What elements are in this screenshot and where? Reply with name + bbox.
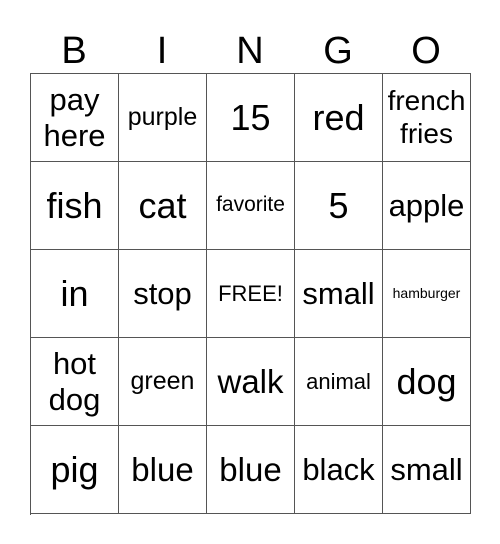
bingo-grid: pay here purple 15 red french fries fish… <box>30 73 471 515</box>
bingo-cell: favorite <box>207 162 295 250</box>
header-letter-b: B <box>61 30 87 72</box>
header-letter-g: G <box>323 30 353 72</box>
bingo-cell: dog <box>383 338 471 426</box>
bingo-cell: black <box>295 426 383 514</box>
bingo-cell: green <box>119 338 207 426</box>
bingo-cell: blue <box>207 426 295 514</box>
bingo-cell: stop <box>119 250 207 338</box>
header-letter-o: O <box>411 30 441 72</box>
bingo-cell: in <box>31 250 119 338</box>
bingo-cell: apple <box>383 162 471 250</box>
header-letter-i: I <box>156 30 168 72</box>
bingo-cell: animal <box>295 338 383 426</box>
bingo-cell: blue <box>119 426 207 514</box>
bingo-cell: walk <box>207 338 295 426</box>
bingo-cell: pay here <box>31 74 119 162</box>
bingo-cell: 5 <box>295 162 383 250</box>
bingo-cell: fish <box>31 162 119 250</box>
bingo-cell: purple <box>119 74 207 162</box>
bingo-cell: cat <box>119 162 207 250</box>
bingo-cell: french fries <box>383 74 471 162</box>
bingo-cell: pig <box>31 426 119 514</box>
bingo-cell: small <box>383 426 471 514</box>
header-letter-n: N <box>236 30 264 72</box>
bingo-cell: hamburger <box>383 250 471 338</box>
bingo-cell: 15 <box>207 74 295 162</box>
bingo-cell: red <box>295 74 383 162</box>
free-space: FREE! <box>207 250 295 338</box>
bingo-cell: hot dog <box>31 338 119 426</box>
bingo-header: B I N G O <box>30 30 470 72</box>
bingo-cell: small <box>295 250 383 338</box>
